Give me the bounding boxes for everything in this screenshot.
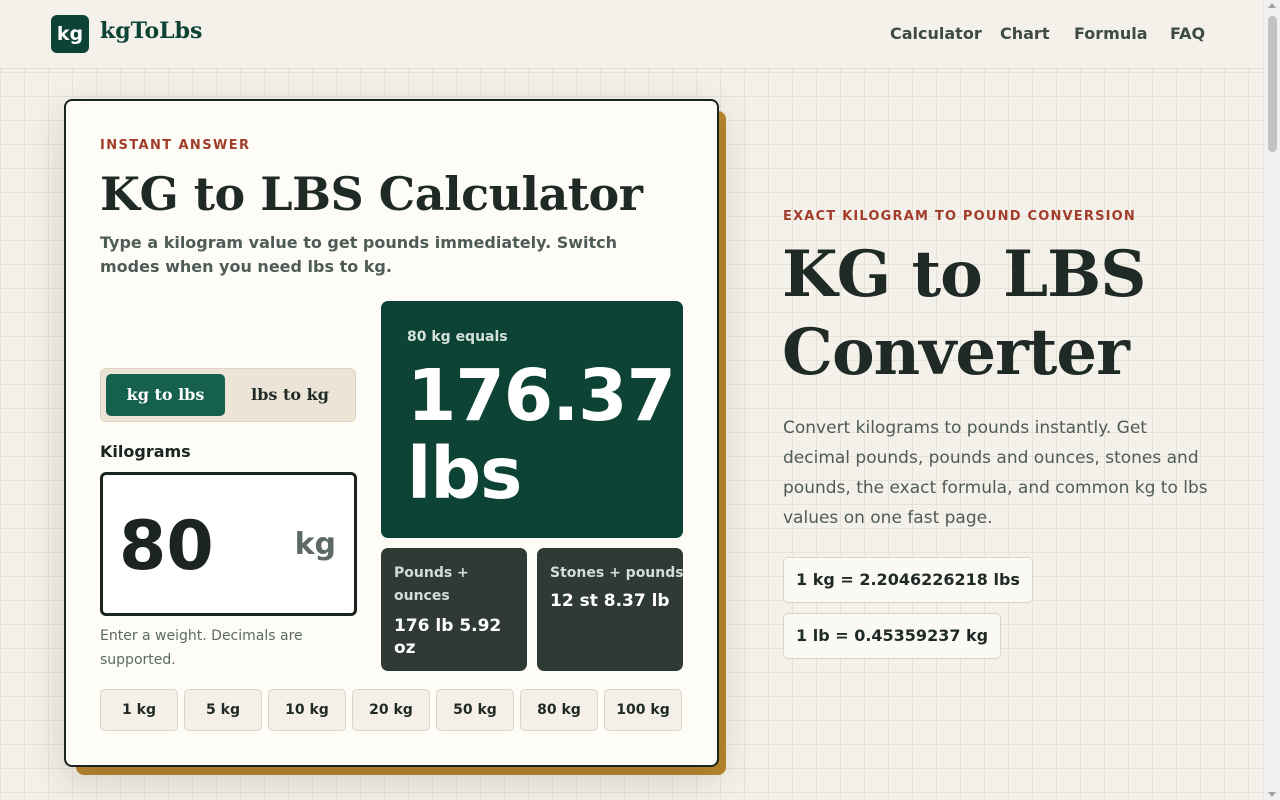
hero-title: KG to LBS Converter — [782, 237, 1146, 390]
scroll-down-arrow-icon[interactable] — [1268, 792, 1276, 797]
logo-icon[interactable]: kg — [51, 15, 89, 53]
kilograms-input-value[interactable]: 80 — [119, 507, 214, 586]
quick-value-button[interactable]: 1 kg — [100, 689, 178, 731]
calculator-card: INSTANT ANSWER KG to LBS Calculator Type… — [64, 99, 719, 767]
quick-value-button[interactable]: 5 kg — [184, 689, 262, 731]
card-title: KG to LBS Calculator — [100, 167, 643, 221]
mode-toggle: kg to lbs lbs to kg — [100, 368, 356, 422]
result-caption: 80 kg equals — [407, 329, 508, 345]
kilograms-unit-label: kg — [294, 527, 336, 562]
result-value: 176.37 lbs — [407, 354, 676, 515]
fact-chip-lb: 1 lb = 0.45359237 kg — [783, 613, 1002, 659]
nav-link-formula[interactable]: Formula — [1074, 24, 1148, 43]
quick-value-button[interactable]: 80 kg — [520, 689, 598, 731]
nav-link-faq[interactable]: FAQ — [1170, 24, 1205, 43]
result-panel: 80 kg equals 176.37 lbs — [381, 301, 683, 538]
card-subtitle: Type a kilogram value to get pounds imme… — [100, 233, 618, 276]
hero-description: Convert kilograms to pounds instantly. G… — [783, 418, 1208, 528]
stones-pounds-value: 12 st 8.37 lb — [550, 591, 670, 611]
nav-link-chart[interactable]: Chart — [1000, 24, 1049, 43]
pounds-ounces-panel: Pounds + ounces 176 lb 5.92 oz — [381, 548, 527, 671]
stones-pounds-title: Stones + pounds — [550, 565, 684, 581]
card-eyebrow: INSTANT ANSWER — [100, 138, 251, 153]
quick-value-button[interactable]: 50 kg — [436, 689, 514, 731]
fact-chip-kg: 1 kg = 2.2046226218 lbs — [783, 557, 1033, 603]
kilograms-input[interactable]: 80 kg — [100, 472, 357, 616]
page-scrollbar[interactable] — [1263, 0, 1280, 800]
mode-lbs-to-kg-button[interactable]: lbs to kg — [230, 374, 350, 416]
mode-kg-to-lbs-button[interactable]: kg to lbs — [106, 374, 225, 416]
quick-value-button[interactable]: 20 kg — [352, 689, 430, 731]
nav-link-calculator[interactable]: Calculator — [890, 24, 982, 43]
pounds-ounces-value: 176 lb 5.92 oz — [394, 616, 502, 658]
pounds-ounces-title: Pounds + ounces — [394, 565, 469, 604]
kilograms-label: Kilograms — [100, 442, 191, 461]
input-helper-text: Enter a weight. Decimals are supported. — [100, 628, 303, 668]
logo-text[interactable]: kgToLbs — [100, 18, 202, 44]
scrollbar-thumb[interactable] — [1268, 16, 1277, 152]
site-header: kg kgToLbs Calculator Chart Formula FAQ — [0, 0, 1264, 69]
quick-value-button[interactable]: 10 kg — [268, 689, 346, 731]
scroll-up-arrow-icon[interactable] — [1268, 3, 1276, 8]
hero-eyebrow: EXACT KILOGRAM TO POUND CONVERSION — [783, 209, 1137, 224]
stones-pounds-panel: Stones + pounds 12 st 8.37 lb — [537, 548, 684, 671]
quick-value-button[interactable]: 100 kg — [604, 689, 682, 731]
